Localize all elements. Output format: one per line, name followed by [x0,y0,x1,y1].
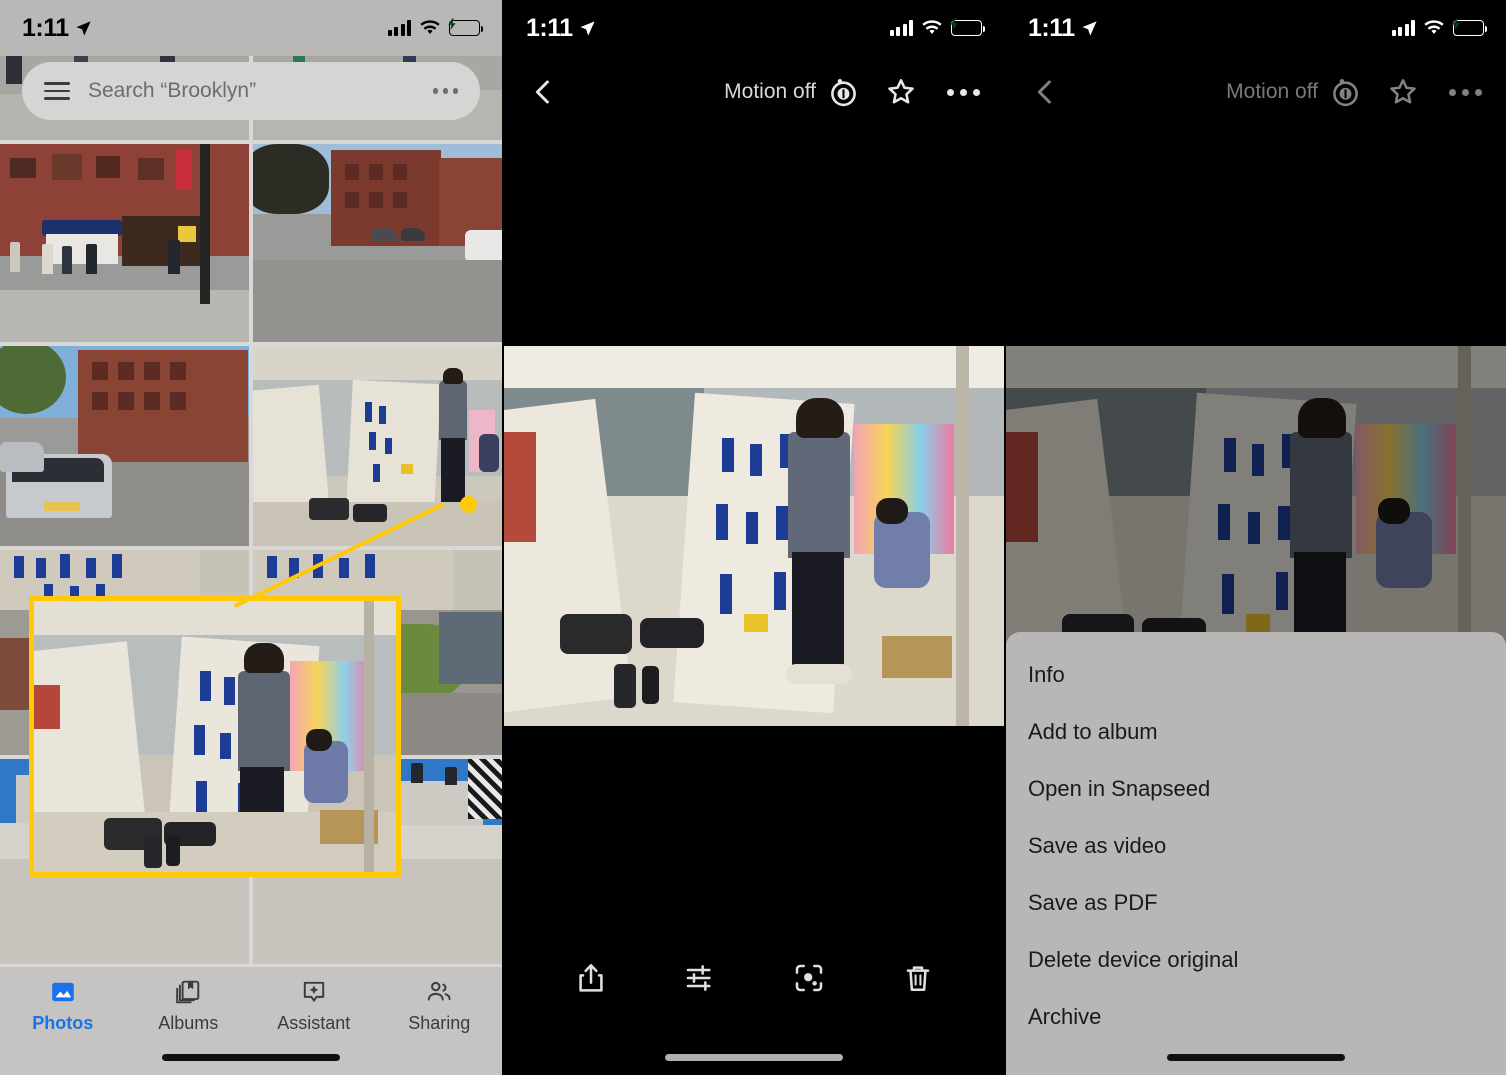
highlighted-photo-box[interactable] [29,596,401,877]
tab-photos-label: Photos [32,1013,94,1033]
menu-item-save-as-pdf[interactable]: Save as PDF [1006,874,1506,931]
panel-photo-viewer: 1:11 Motion off [504,0,1004,1075]
grid-photo[interactable] [0,346,249,546]
hamburger-menu-icon[interactable] [44,82,70,100]
photo-content [504,346,1004,726]
panel-photos-grid: 1:11 Search “Brooklyn” Photos Albums Ass… [0,0,502,1075]
back-chevron-icon[interactable] [528,77,558,107]
menu-item-label: Save as video [1028,832,1167,858]
motion-off-icon[interactable] [1330,77,1361,108]
motion-status-label: Motion off [724,80,816,103]
share-icon[interactable] [571,958,611,998]
tab-assistant-label: Assistant [277,1013,351,1033]
menu-item-label: Delete device original [1028,946,1239,972]
sliders-icon[interactable] [680,958,720,998]
viewer-top-bar: Motion off [504,56,1004,128]
trash-icon[interactable] [898,958,938,998]
status-bar: 1:11 [1006,0,1506,56]
home-indicator [162,1054,340,1061]
menu-item-info[interactable]: Info [1006,646,1506,703]
cellular-signal-icon [387,20,411,36]
location-arrow-icon [1081,20,1098,37]
tab-albums-label: Albums [158,1013,219,1033]
wifi-icon [922,20,942,36]
tutorial-screenshot-strip: 1:11 Search “Brooklyn” Photos Albums Ass… [0,0,1506,1075]
menu-item-label: Save as PDF [1028,889,1158,915]
more-horizontal-icon[interactable] [947,88,980,96]
wifi-icon [420,20,440,36]
cellular-signal-icon [889,20,913,36]
search-input[interactable]: Search “Brooklyn” [88,79,415,103]
grid-photo[interactable] [0,144,249,342]
home-indicator [1167,1054,1345,1061]
status-bar-time: 1:11 [1028,13,1075,42]
location-arrow-icon [75,20,92,37]
motion-status-label: Motion off [1226,80,1318,103]
status-bar-time: 1:11 [526,13,573,42]
tab-albums[interactable]: Albums [126,977,252,1034]
assistant-icon [299,977,329,1007]
battery-charging-icon [949,17,986,36]
grid-photo[interactable] [253,144,502,342]
status-bar-time: 1:11 [22,13,69,42]
bottom-tab-bar[interactable]: Photos Albums Assistant Sharing [0,967,502,1075]
search-bar[interactable]: Search “Brooklyn” [22,62,480,120]
status-bar: 1:11 [0,0,502,56]
home-indicator [665,1054,843,1061]
status-bar: 1:11 [504,0,1004,56]
battery-charging-icon [447,17,484,36]
back-chevron-icon[interactable] [1030,77,1060,107]
photo-viewport[interactable] [504,346,1004,726]
menu-item-label: Info [1028,661,1065,687]
albums-icon [173,977,203,1007]
viewer-toolbar[interactable] [504,947,1004,1009]
menu-item-delete-device-original[interactable]: Delete device original [1006,931,1506,988]
menu-item-label: Archive [1028,1003,1102,1029]
google-lens-icon[interactable] [789,958,829,998]
tab-photos[interactable]: Photos [0,977,126,1034]
menu-item-add-to-album[interactable]: Add to album [1006,703,1506,760]
wifi-icon [1424,20,1444,36]
location-arrow-icon [579,20,596,37]
battery-charging-icon [1451,17,1488,36]
panel-photo-menu: 1:11 Motion off Info Add to album Open i… [1006,0,1506,1075]
cellular-signal-icon [1391,20,1415,36]
menu-item-label: Add to album [1028,718,1158,744]
motion-off-icon[interactable] [828,77,859,108]
menu-item-open-in-snapseed[interactable]: Open in Snapseed [1006,760,1506,817]
tab-sharing-label: Sharing [408,1013,471,1033]
star-outline-icon[interactable] [1387,76,1419,108]
star-outline-icon[interactable] [885,76,917,108]
photos-icon [48,977,78,1007]
tab-assistant[interactable]: Assistant [251,977,377,1034]
more-horizontal-icon[interactable] [432,88,458,94]
grid-photo[interactable] [253,346,502,546]
tab-sharing[interactable]: Sharing [377,977,503,1034]
viewer-top-bar: Motion off [1006,56,1506,128]
overflow-action-sheet[interactable]: Info Add to album Open in Snapseed Save … [1006,632,1506,1075]
more-horizontal-icon[interactable] [1449,88,1482,96]
menu-item-label: Open in Snapseed [1028,775,1211,801]
menu-item-archive[interactable]: Archive [1006,988,1506,1045]
menu-item-save-as-video[interactable]: Save as video [1006,817,1506,874]
sharing-icon [424,977,454,1007]
photos-grid[interactable] [0,0,502,1075]
